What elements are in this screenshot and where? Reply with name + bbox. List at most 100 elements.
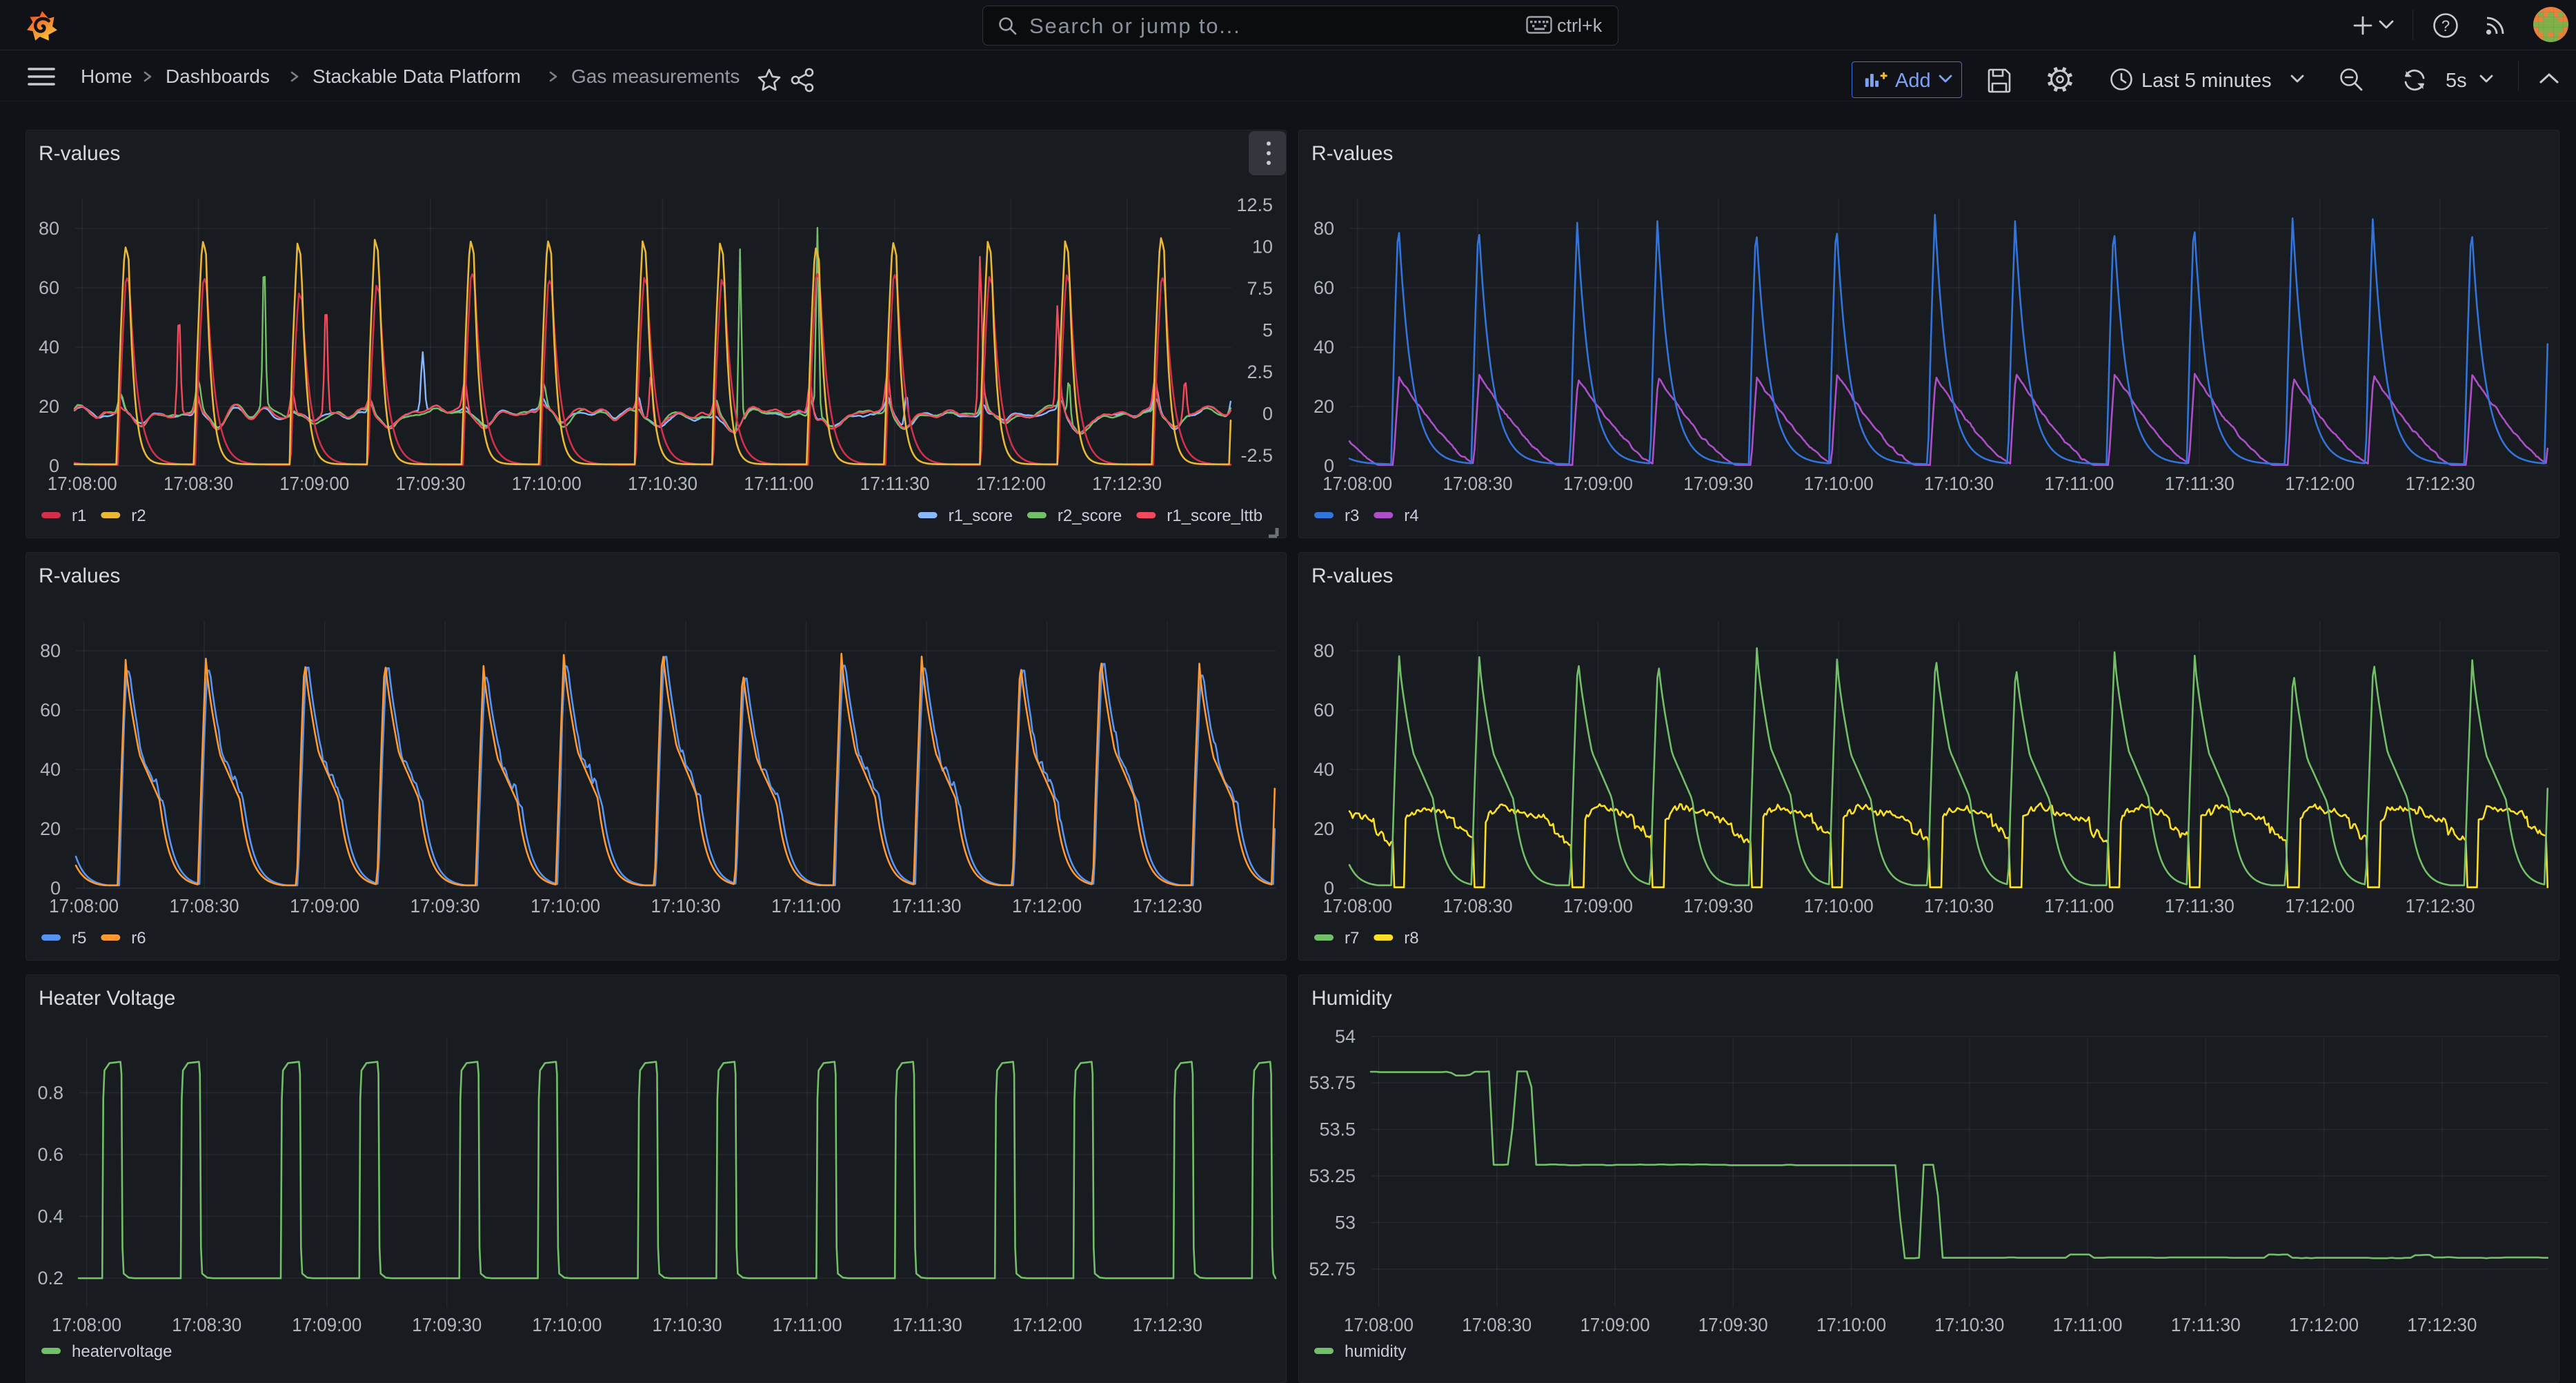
svg-text:17:09:30: 17:09:30: [396, 473, 466, 494]
svg-text:17:08:30: 17:08:30: [170, 895, 239, 916]
svg-text:17:10:30: 17:10:30: [1924, 895, 1994, 916]
svg-text:17:11:30: 17:11:30: [892, 895, 962, 916]
svg-text:17:10:00: 17:10:00: [532, 1314, 602, 1335]
svg-text:17:10:00: 17:10:00: [1816, 1314, 1886, 1335]
svg-text:17:12:00: 17:12:00: [976, 473, 1046, 494]
svg-text:53.5: 53.5: [1319, 1119, 1356, 1140]
svg-text:17:10:30: 17:10:30: [628, 473, 697, 494]
svg-text:17:11:00: 17:11:00: [771, 895, 841, 916]
svg-text:17:11:30: 17:11:30: [2165, 895, 2235, 916]
svg-text:53: 53: [1335, 1212, 1356, 1233]
svg-text:0: 0: [50, 878, 61, 899]
svg-text:17:12:30: 17:12:30: [1092, 473, 1162, 494]
svg-text:17:10:00: 17:10:00: [531, 895, 600, 916]
svg-text:17:12:00: 17:12:00: [2289, 1314, 2359, 1335]
svg-text:20: 20: [1314, 396, 1334, 417]
svg-text:0.2: 0.2: [37, 1268, 63, 1288]
svg-text:R-values: R-values: [39, 565, 120, 587]
svg-text:17:12:00: 17:12:00: [1012, 895, 1082, 916]
svg-text:Heater Voltage: Heater Voltage: [39, 987, 175, 1010]
svg-text:17:09:30: 17:09:30: [412, 1314, 482, 1335]
svg-text:17:09:00: 17:09:00: [1563, 895, 1633, 916]
svg-text:17:09:00: 17:09:00: [1563, 473, 1633, 494]
svg-text:17:12:00: 17:12:00: [2285, 895, 2355, 916]
svg-text:17:11:00: 17:11:00: [744, 473, 813, 494]
svg-text:17:10:30: 17:10:30: [653, 1314, 722, 1335]
svg-text:17:12:30: 17:12:30: [1133, 895, 1202, 916]
svg-text:R-values: R-values: [1311, 142, 1393, 165]
svg-text:20: 20: [1314, 818, 1334, 839]
svg-text:17:11:30: 17:11:30: [860, 473, 930, 494]
svg-text:17:08:30: 17:08:30: [172, 1314, 241, 1335]
svg-text:r6: r6: [131, 929, 146, 948]
svg-text:60: 60: [39, 277, 59, 298]
svg-text:17:09:30: 17:09:30: [1683, 473, 1753, 494]
svg-text:17:08:30: 17:08:30: [1443, 895, 1513, 916]
svg-text:Humidity: Humidity: [1311, 987, 1392, 1010]
svg-text:R-values: R-values: [1311, 565, 1393, 587]
svg-text:60: 60: [1314, 277, 1334, 298]
svg-text:80: 80: [40, 640, 61, 661]
svg-text:17:11:00: 17:11:00: [773, 1314, 842, 1335]
svg-text:53.25: 53.25: [1309, 1166, 1356, 1186]
svg-text:17:08:30: 17:08:30: [1462, 1314, 1532, 1335]
svg-text:17:10:30: 17:10:30: [651, 895, 721, 916]
svg-text:17:12:00: 17:12:00: [2285, 473, 2355, 494]
svg-text:80: 80: [1314, 640, 1334, 661]
svg-text:17:09:00: 17:09:00: [279, 473, 349, 494]
svg-text:17:09:00: 17:09:00: [292, 1314, 361, 1335]
svg-text:17:10:30: 17:10:30: [1934, 1314, 2004, 1335]
svg-text:17:11:30: 17:11:30: [2165, 473, 2235, 494]
svg-text:52.75: 52.75: [1309, 1259, 1356, 1279]
svg-text:r1: r1: [72, 507, 86, 525]
svg-text:r7: r7: [1345, 929, 1359, 948]
svg-text:r2: r2: [131, 507, 146, 525]
svg-text:17:12:30: 17:12:30: [1133, 1314, 1202, 1335]
svg-text:10: 10: [1252, 237, 1273, 257]
svg-text:40: 40: [40, 759, 61, 780]
svg-text:17:11:30: 17:11:30: [2171, 1314, 2241, 1335]
svg-text:17:12:30: 17:12:30: [2406, 895, 2475, 916]
svg-text:0: 0: [1324, 455, 1334, 476]
svg-text:r8: r8: [1404, 929, 1418, 948]
svg-text:20: 20: [39, 396, 59, 417]
svg-text:r1_score_lttb: r1_score_lttb: [1167, 507, 1262, 525]
svg-text:17:12:30: 17:12:30: [2406, 473, 2475, 494]
svg-text:2.5: 2.5: [1247, 362, 1273, 382]
svg-text:r5: r5: [72, 929, 86, 948]
svg-text:17:10:00: 17:10:00: [512, 473, 582, 494]
svg-text:17:09:30: 17:09:30: [1698, 1314, 1768, 1335]
svg-text:heatervoltage: heatervoltage: [72, 1342, 172, 1361]
svg-text:7.5: 7.5: [1247, 278, 1273, 299]
svg-text:40: 40: [39, 337, 59, 357]
svg-text:17:10:00: 17:10:00: [1804, 895, 1874, 916]
svg-text:20: 20: [40, 818, 61, 839]
svg-text:17:09:30: 17:09:30: [1683, 895, 1753, 916]
svg-text:0.6: 0.6: [37, 1144, 63, 1165]
svg-text:54: 54: [1335, 1026, 1356, 1047]
svg-text:5: 5: [1262, 320, 1273, 341]
svg-text:17:08:30: 17:08:30: [164, 473, 233, 494]
svg-text:r2_score: r2_score: [1058, 507, 1122, 525]
svg-text:0: 0: [1262, 404, 1273, 424]
svg-text:53.75: 53.75: [1309, 1072, 1356, 1093]
svg-text:-2.5: -2.5: [1240, 445, 1273, 466]
svg-text:r3: r3: [1345, 507, 1359, 525]
svg-text:17:12:00: 17:12:00: [1013, 1314, 1082, 1335]
svg-text:17:09:00: 17:09:00: [1581, 1314, 1650, 1335]
svg-text:0.8: 0.8: [37, 1082, 63, 1103]
svg-text:r4: r4: [1404, 507, 1418, 525]
svg-text:40: 40: [1314, 337, 1334, 357]
svg-text:17:11:00: 17:11:00: [2044, 473, 2114, 494]
svg-text:60: 60: [1314, 700, 1334, 720]
svg-text:17:11:30: 17:11:30: [893, 1314, 962, 1335]
svg-text:0.4: 0.4: [37, 1206, 63, 1227]
svg-text:?: ?: [2441, 17, 2450, 35]
svg-text:R-values: R-values: [39, 142, 120, 165]
svg-text:17:11:00: 17:11:00: [2053, 1314, 2123, 1335]
svg-text:17:11:00: 17:11:00: [2044, 895, 2114, 916]
svg-text:80: 80: [1314, 218, 1334, 239]
svg-text:40: 40: [1314, 759, 1334, 780]
svg-text:0: 0: [49, 455, 59, 476]
svg-text:0: 0: [1324, 878, 1334, 899]
